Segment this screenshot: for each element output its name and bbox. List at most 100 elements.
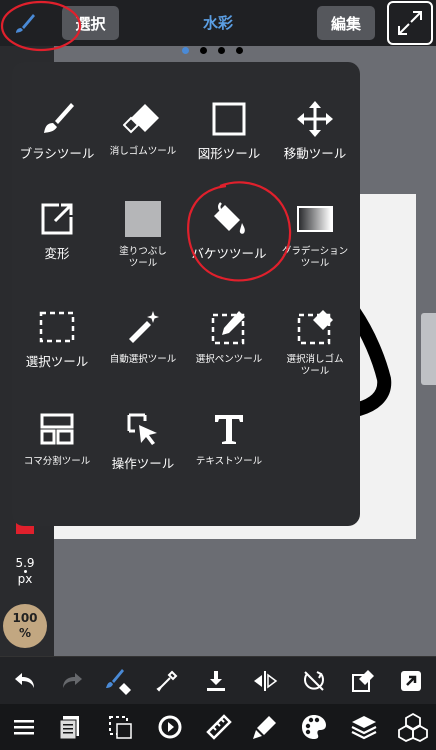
tool-auto-select[interactable]: 自動選択ツール [98, 300, 188, 400]
color-palette-button[interactable] [294, 707, 334, 747]
transform-rotate-icon [158, 715, 182, 739]
flip-button[interactable] [245, 661, 285, 701]
tool-bucket[interactable]: バケツツール [184, 192, 274, 292]
opacity-indicator[interactable]: 100 % [3, 604, 47, 648]
brush-size-unit: px [17, 572, 33, 586]
tool-operation[interactable]: 操作ツール [98, 402, 188, 502]
eraser-icon [123, 104, 159, 134]
current-tool-button[interactable] [2, 4, 46, 44]
pen-fill-icon [253, 716, 276, 739]
tool-gradient[interactable]: グラデーション ツール [270, 192, 360, 292]
brush-size-indicator[interactable]: 5.9 px [2, 557, 48, 586]
tool-panel-divide[interactable]: コマ分割ツール [12, 402, 102, 502]
selection-rect-icon [39, 311, 75, 343]
tool-label: 塗りつぶし ツール [119, 246, 167, 269]
fullscreen-button[interactable] [387, 1, 433, 45]
tool-move[interactable]: 移動ツール [270, 92, 360, 192]
clear-layer-button[interactable] [343, 661, 383, 701]
redo-icon [63, 673, 82, 688]
tool-fill[interactable]: 塗りつぶし ツール [98, 192, 188, 292]
tool-label: 移動ツール [283, 146, 347, 161]
fill-square-icon [125, 201, 161, 237]
tool-select-eraser[interactable]: 選択消しゴム ツール [270, 300, 360, 400]
page-dot-active[interactable] [182, 47, 189, 54]
tool-label: グラデーション ツール [281, 246, 349, 269]
expand-icon [398, 11, 422, 35]
tool-label: 変形 [44, 246, 70, 261]
selection-pen-icon [211, 311, 245, 345]
ruler-button[interactable] [199, 707, 239, 747]
layers-list-icon [59, 716, 79, 740]
eyedropper-icon [156, 670, 178, 692]
transform-icon [41, 203, 73, 235]
tool-label: 選択ペンツール [195, 354, 263, 365]
tool-transform[interactable]: 変形 [12, 192, 102, 292]
tool-select-pen[interactable]: 選択ペンツール [184, 300, 274, 400]
tool-label: テキストツール [195, 456, 263, 467]
tool-label: コマ分割ツール [23, 456, 91, 467]
page-dot[interactable] [218, 47, 225, 54]
gradient-icon [297, 206, 333, 232]
rotate-reset-button[interactable] [294, 661, 334, 701]
tool-label: 図形ツール [197, 146, 261, 161]
selection-menu-button[interactable] [100, 707, 140, 747]
brush-icon [44, 103, 74, 133]
move-arrows-icon [297, 101, 333, 137]
layers-list-button[interactable] [50, 707, 90, 747]
tool-label: バケツツール [191, 246, 267, 261]
tool-text[interactable]: テキストツール [184, 402, 274, 502]
menu-icon [14, 720, 34, 735]
brush-name-title[interactable]: 水彩 [150, 12, 286, 33]
layers-button[interactable] [344, 707, 384, 747]
page-dot[interactable] [236, 47, 243, 54]
flip-icon [254, 671, 278, 691]
brush-eraser-icon [106, 669, 131, 695]
paint-bucket-icon [214, 202, 245, 234]
ruler-icon [206, 714, 232, 740]
materials-button[interactable] [393, 707, 433, 747]
selection-dashed-icon [109, 716, 132, 739]
text-icon [215, 415, 243, 444]
tool-label: 消しゴムツール [109, 146, 177, 157]
edit-button[interactable]: 編集 [317, 6, 375, 40]
select-button[interactable]: 選択 [62, 6, 119, 40]
selection-eraser-icon [297, 310, 333, 345]
opacity-unit: % [18, 626, 32, 640]
transform-rotate-button[interactable] [150, 707, 190, 747]
top-bar: 選択 水彩 編集 [0, 0, 436, 46]
share-icon [401, 671, 421, 691]
tool-brush[interactable]: ブラシツール [12, 92, 102, 192]
tool-menu-popup: ブラシツール 消しゴムツール 図形ツール 移動ツール 変形 塗りつぶし ツール … [12, 62, 360, 526]
palette-icon [302, 715, 326, 739]
redo-button[interactable] [52, 661, 92, 701]
layer-stack-icon [351, 716, 377, 740]
page-dot[interactable] [200, 47, 207, 54]
page-indicator [182, 47, 243, 54]
clear-layer-icon [352, 670, 374, 692]
brush-icon [16, 14, 35, 33]
tool-eraser[interactable]: 消しゴムツール [98, 92, 188, 192]
tool-label: 選択消しゴム ツール [286, 354, 344, 377]
main-menu-button[interactable] [4, 707, 44, 747]
save-download-icon [207, 671, 225, 691]
undo-icon [15, 673, 34, 688]
side-scroll-handle[interactable] [421, 313, 436, 385]
operation-cursor-icon [127, 413, 157, 445]
opacity-value: 100 [12, 611, 38, 625]
eyedropper-button[interactable] [147, 661, 187, 701]
material-cube-icon [398, 712, 428, 742]
tool-label: 選択ツール [25, 354, 89, 369]
share-button[interactable] [391, 661, 431, 701]
bottom-toolbar-secondary [0, 704, 436, 750]
tool-label: 自動選択ツール [109, 354, 177, 365]
panel-divide-icon [40, 413, 74, 445]
rotate-reset-icon [304, 671, 324, 691]
undo-button[interactable] [5, 661, 45, 701]
save-button[interactable] [196, 661, 236, 701]
tool-shape[interactable]: 図形ツール [184, 92, 274, 192]
brush-eraser-toggle[interactable] [99, 661, 139, 701]
brush-size-value: 5.9 [15, 556, 35, 570]
tool-label: ブラシツール [19, 146, 95, 161]
tool-select[interactable]: 選択ツール [12, 300, 102, 400]
pen-fill-button[interactable] [245, 707, 285, 747]
